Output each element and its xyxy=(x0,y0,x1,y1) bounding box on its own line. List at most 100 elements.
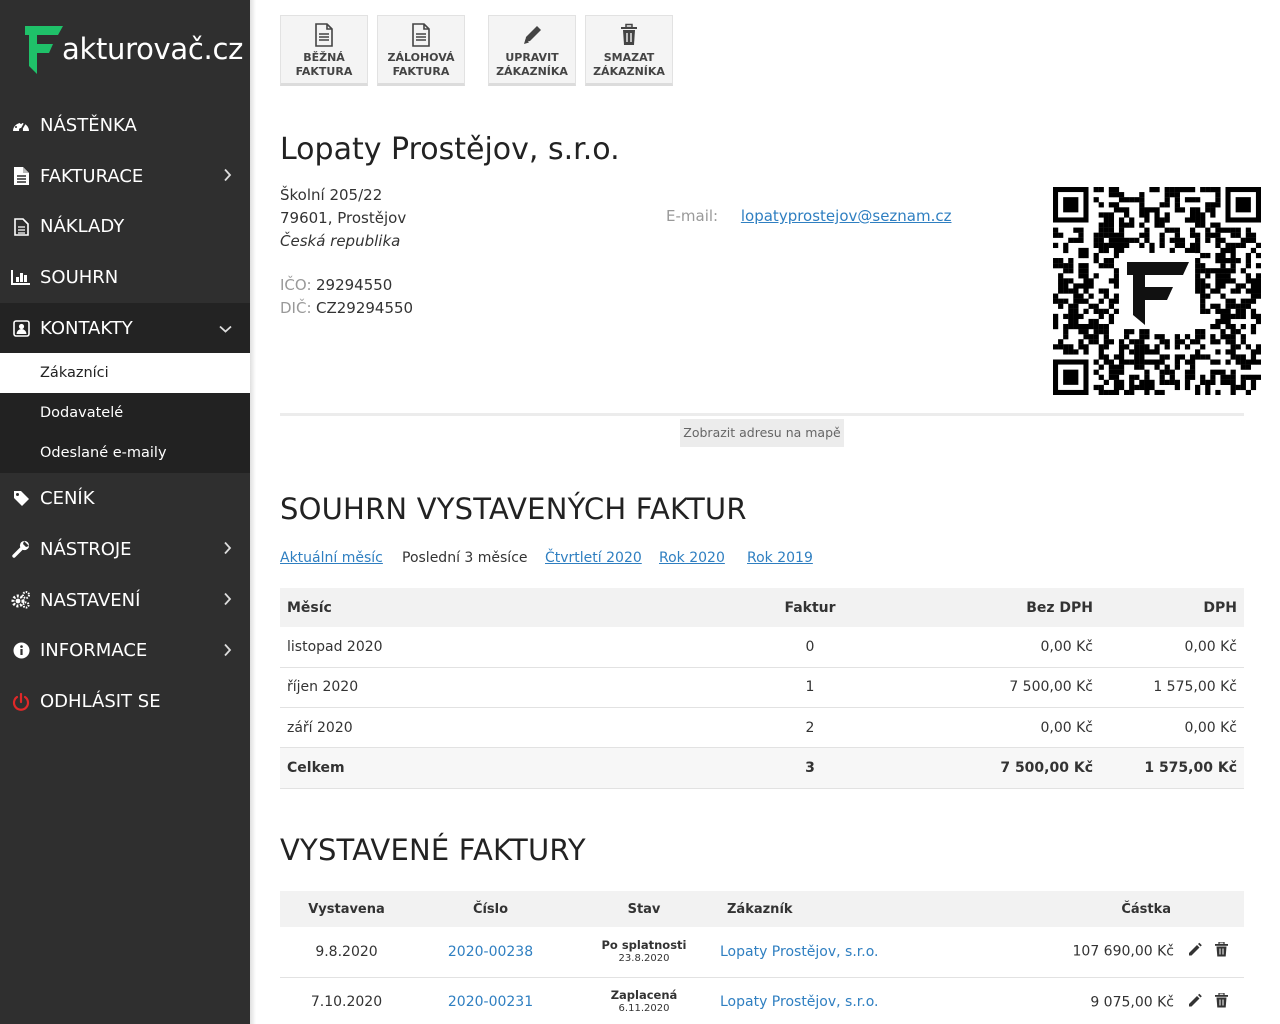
invoice-customer-link[interactable]: Lopaty Prostějov, s.r.o. xyxy=(720,944,879,960)
cell-net: 7 500,00 Kč xyxy=(915,667,1100,709)
cell-count: 1 xyxy=(705,667,915,709)
delete-customer-button[interactable]: SMAZAT ZÁKAZNÍKA xyxy=(585,15,673,86)
period-current: Poslední 3 měsíce xyxy=(402,550,528,566)
info-icon xyxy=(11,641,31,661)
cell-vat: 0,00 Kč xyxy=(1100,627,1244,668)
section-divider xyxy=(280,413,1244,416)
dashboard-icon xyxy=(11,115,31,135)
col-amount: Částka xyxy=(952,891,1244,927)
delete-invoice-trash-icon[interactable] xyxy=(1215,941,1228,961)
cell-vat: 0,00 Kč xyxy=(1100,707,1244,749)
sidebar-item-label: FAKTURACE xyxy=(40,165,144,187)
cell-issued: 9.8.2020 xyxy=(280,927,413,978)
invoice-status: Zaplacená 6.11.2020 xyxy=(568,977,720,1024)
sidebar-item-label: CENÍK xyxy=(40,488,95,510)
sidebar-item-odhlasit-se[interactable]: ODHLÁSIT SE xyxy=(0,676,250,727)
sidebar-item-label: NÁSTROJE xyxy=(40,538,132,560)
invoice-status: Po splatnosti 23.8.2020 xyxy=(568,927,720,978)
period-link[interactable]: Rok 2019 xyxy=(747,550,813,566)
cell-count: 2 xyxy=(705,707,915,749)
delete-invoice-trash-icon[interactable] xyxy=(1215,991,1228,1012)
summary-row: listopad 2020 0 0,00 Kč 0,00 Kč xyxy=(280,627,1244,668)
invoice-row: 7.10.2020 2020-00231 Zaplacená 6.11.2020 Lop… xyxy=(280,977,1244,1024)
invoice-row: 9.8.2020 2020-00238 Po splatnosti 23.8.2020… xyxy=(280,927,1244,978)
col-issued: Vystavena xyxy=(280,891,413,927)
cell-amount: 107 690,00 Kč xyxy=(1072,943,1175,960)
main-navigation: NÁSTĚNKA FAKTURACE NÁKLADY SOUHRN KONTAKTY Zá… xyxy=(0,100,250,727)
cell-month: říjen 2020 xyxy=(280,667,705,709)
col-month: Měsíc xyxy=(280,588,705,627)
sidebar-item-nastroje[interactable]: NÁSTROJE xyxy=(0,524,250,575)
cell-net: 0,00 Kč xyxy=(915,707,1100,749)
summary-header-row: Měsíc Faktur Bez DPH DPH xyxy=(280,588,1244,627)
edit-invoice-pencil-icon[interactable] xyxy=(1187,993,1202,1012)
cell-vat: 1 575,00 Kč xyxy=(1100,747,1244,789)
sidebar-item-cenik[interactable]: CENÍK xyxy=(0,473,250,524)
status-label: Zaplacená xyxy=(610,988,678,1002)
sidebar: akturovač.cz NÁSTĚNKA FAKTURACE NÁKLADY SOU… xyxy=(0,0,250,1024)
regular-invoice-label: BĚŽNÁ FAKTURA xyxy=(295,51,353,78)
document-icon xyxy=(412,23,430,47)
submenu-item[interactable]: Zákazníci xyxy=(0,353,250,394)
invoices-heading: VYSTAVENÉ FAKTURY xyxy=(280,833,586,867)
summary-row: září 2020 2 0,00 Kč 0,00 Kč xyxy=(280,707,1244,749)
summary-table: Měsíc Faktur Bez DPH DPH listopad 2020 0 0… xyxy=(280,588,1244,789)
dic-value: CZ29294550 xyxy=(316,299,414,317)
show-map-button[interactable]: Zobrazit adresu na mapě xyxy=(680,419,844,447)
col-number: Číslo xyxy=(413,891,568,927)
wrench-icon xyxy=(11,539,31,559)
invoice-number-link[interactable]: 2020-00238 xyxy=(448,944,533,960)
sidebar-item-fakturace[interactable]: FAKTURACE xyxy=(0,151,250,202)
col-customer: Zákazník xyxy=(720,891,952,927)
cell-amount: 9 075,00 Kč xyxy=(1090,994,1174,1010)
chevron-right-icon xyxy=(223,166,232,187)
cell-month: září 2020 xyxy=(280,707,705,749)
edit-invoice-pencil-icon[interactable] xyxy=(1187,942,1202,961)
advance-invoice-button[interactable]: ZÁLOHOVÁ FAKTURA xyxy=(377,15,465,86)
invoice-customer-link[interactable]: Lopaty Prostějov, s.r.o. xyxy=(720,994,879,1010)
status-label: Po splatnosti xyxy=(601,937,687,952)
brand-logo[interactable]: akturovač.cz xyxy=(0,0,250,100)
dic-label: DIČ: xyxy=(280,299,312,317)
sidebar-item-nastenka[interactable]: NÁSTĚNKA xyxy=(0,100,250,151)
delete-customer-label: SMAZAT ZÁKAZNÍKA xyxy=(593,51,665,78)
sidebar-item-label: NASTAVENÍ xyxy=(40,589,141,611)
submenu-item[interactable]: Dodavatelé xyxy=(0,393,250,433)
document-icon xyxy=(315,23,333,47)
customer-email: E-mail: lopatyprostejov@seznam.cz xyxy=(666,207,952,225)
sidebar-item-informace[interactable]: INFORMACE xyxy=(0,626,250,677)
period-link[interactable]: Čtvrtletí 2020 xyxy=(545,550,642,566)
trash-icon xyxy=(621,23,637,45)
cell-net: 0,00 Kč xyxy=(915,627,1100,668)
sidebar-item-souhrn[interactable]: SOUHRN xyxy=(0,252,250,303)
sidebar-item-nastaveni[interactable]: NASTAVENÍ xyxy=(0,575,250,626)
sidebar-item-label: ODHLÁSIT SE xyxy=(40,691,161,713)
power-icon xyxy=(11,692,31,712)
chevron-right-icon xyxy=(223,539,232,560)
col-vat: DPH xyxy=(1100,588,1244,627)
summary-row: říjen 2020 1 7 500,00 Kč 1 575,00 Kč xyxy=(280,667,1244,709)
gears-icon xyxy=(11,590,31,610)
address-city: 79601, Prostějov xyxy=(280,209,407,227)
status-date: 23.8.2020 xyxy=(618,952,670,964)
period-link[interactable]: Rok 2020 xyxy=(659,550,725,566)
invoices-table: Vystavena Číslo Stav Zákazník Částka 9.8… xyxy=(280,891,1244,1024)
chevron-right-icon xyxy=(223,640,232,661)
regular-invoice-button[interactable]: BĚŽNÁ FAKTURA xyxy=(280,15,368,86)
sidebar-item-naklady[interactable]: NÁKLADY xyxy=(0,201,250,252)
customer-address: Školní 205/22 79601, Prostějov Česká rep… xyxy=(280,184,406,253)
pencil-icon xyxy=(524,26,541,44)
col-status: Stav xyxy=(568,891,720,927)
qr-code xyxy=(1053,187,1261,395)
cell-vat: 1 575,00 Kč xyxy=(1100,667,1244,709)
sidebar-item-kontakty[interactable]: KONTAKTY xyxy=(0,302,250,354)
email-link[interactable]: lopatyprostejov@seznam.cz xyxy=(741,207,952,225)
invoice-number-link[interactable]: 2020-00231 xyxy=(448,994,533,1010)
edit-customer-button[interactable]: UPRAVIT ZÁKAZNÍKA xyxy=(488,15,576,86)
chevron-right-icon xyxy=(223,590,232,611)
customer-ids: IČO: 29294550 DIČ: CZ29294550 xyxy=(280,274,413,320)
email-label: E-mail: xyxy=(666,207,719,225)
submenu-item[interactable]: Odeslané e-maily xyxy=(0,433,250,473)
period-link[interactable]: Aktuální měsíc xyxy=(280,550,383,566)
address-country: Česká republika xyxy=(280,232,401,250)
